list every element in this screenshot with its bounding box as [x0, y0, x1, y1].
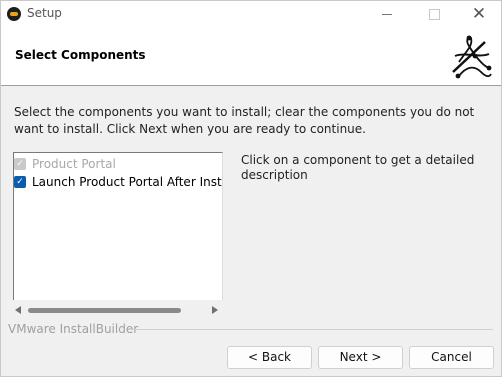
component-description: Click on a component to get a detailed d…: [241, 153, 475, 182]
cancel-button[interactable]: Cancel: [409, 346, 494, 369]
component-item-product-portal[interactable]: ✓ Product Portal: [14, 155, 116, 173]
page-header: Select Components: [1, 28, 501, 86]
installer-logo-icon: [452, 35, 492, 79]
maximize-button: [410, 1, 456, 28]
footer-divider: [131, 329, 493, 330]
scroll-left-arrow-icon[interactable]: [15, 306, 21, 314]
component-label: Launch Product Portal After Installation: [32, 175, 222, 189]
minimize-button[interactable]: [364, 1, 410, 28]
checkbox-disabled: ✓: [14, 158, 26, 170]
component-item-launch-portal[interactable]: ✓ Launch Product Portal After Installati…: [14, 173, 222, 191]
page-title: Select Components: [15, 48, 146, 62]
horizontal-scrollbar[interactable]: [13, 301, 223, 319]
next-button[interactable]: Next >: [318, 346, 403, 369]
scroll-right-arrow-icon[interactable]: [212, 306, 218, 314]
components-list[interactable]: ✓ Product Portal ✓ Launch Product Portal…: [13, 152, 223, 300]
app-icon: [7, 7, 21, 21]
back-button[interactable]: < Back: [227, 346, 312, 369]
title-bar[interactable]: Setup ✕: [1, 1, 501, 28]
instructions-text: Select the components you want to instal…: [14, 105, 475, 136]
brand-label: VMware InstallBuilder: [8, 322, 139, 336]
scroll-thumb[interactable]: [28, 308, 181, 313]
window-title: Setup: [27, 6, 62, 20]
component-label: Product Portal: [32, 157, 116, 171]
close-button[interactable]: ✕: [456, 1, 502, 28]
checkbox-checked[interactable]: ✓: [14, 176, 26, 188]
setup-window: Setup ✕ Select Components Select the com…: [0, 0, 502, 377]
